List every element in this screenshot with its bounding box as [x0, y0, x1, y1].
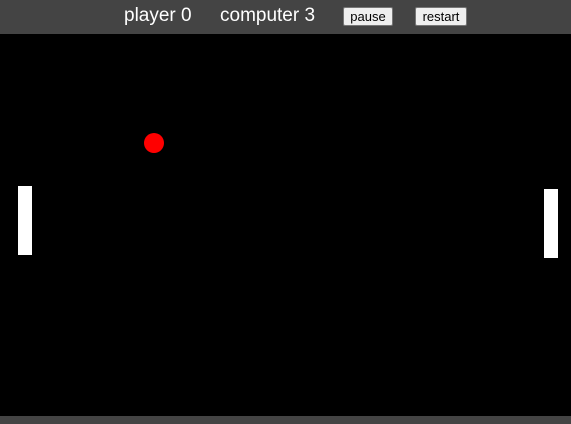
player-paddle: [18, 186, 32, 255]
ball: [144, 133, 164, 153]
bottom-bar: [0, 416, 571, 424]
pause-button[interactable]: pause: [343, 7, 393, 26]
computer-paddle: [544, 189, 558, 258]
player-score: player 0: [124, 5, 192, 26]
computer-score: computer 3: [220, 5, 316, 26]
restart-button[interactable]: restart: [415, 7, 467, 26]
game-field[interactable]: [0, 34, 571, 416]
top-bar: player 0 computer 3 pause restart: [0, 0, 571, 34]
